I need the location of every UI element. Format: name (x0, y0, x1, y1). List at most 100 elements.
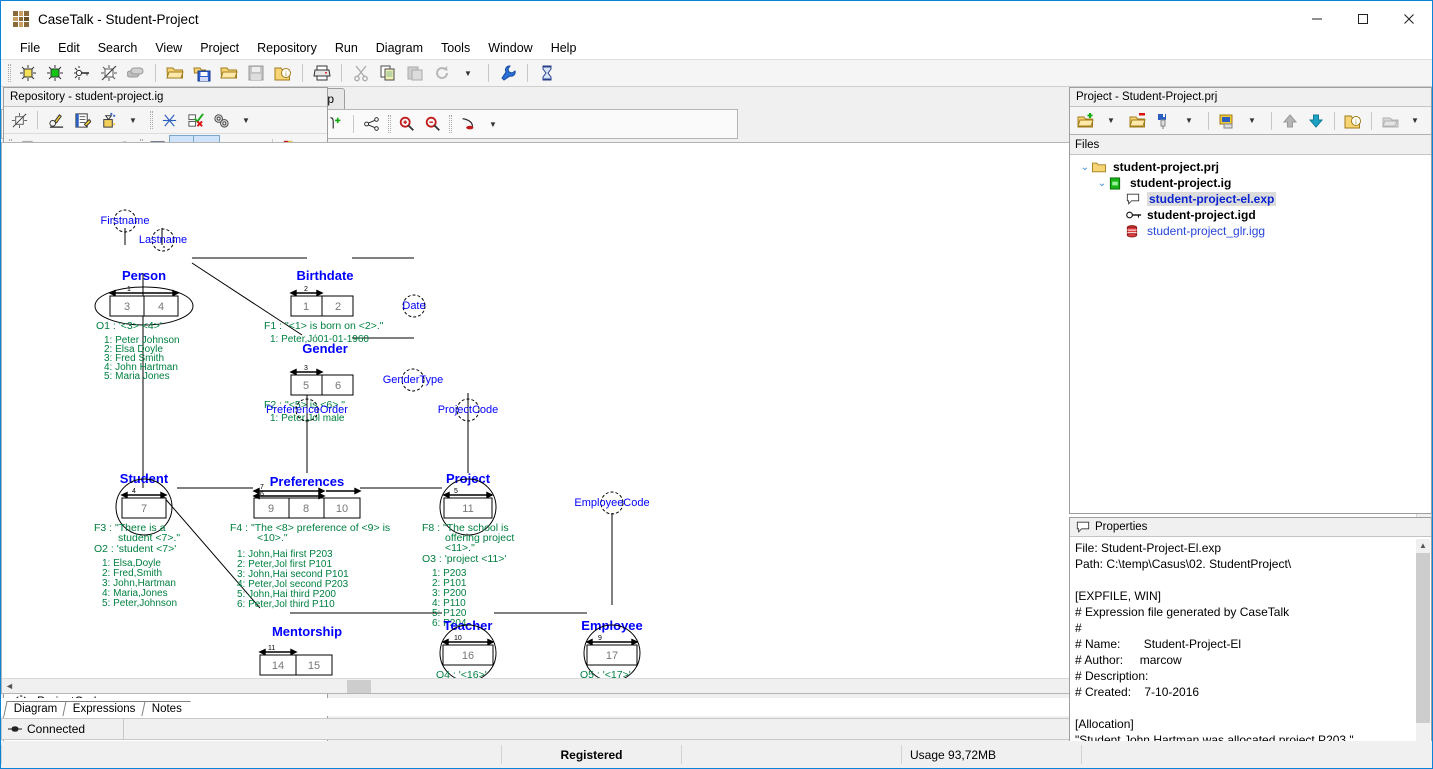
toolbar-grip[interactable] (449, 115, 452, 133)
diagram-tab-notes[interactable]: Notes (141, 701, 191, 716)
export-icon[interactable] (1377, 109, 1403, 133)
menu-item-window[interactable]: Window (479, 39, 541, 57)
tree-node[interactable]: student-project_glr.igg (1070, 223, 1431, 239)
checklist-icon[interactable] (182, 108, 208, 132)
node-label-gender: Gender (302, 341, 348, 356)
dropdown-caret-icon[interactable]: ▼ (234, 108, 260, 132)
close-button[interactable] (1386, 1, 1432, 37)
tree-expander[interactable]: ⌄ (1095, 178, 1109, 189)
menu-item-view[interactable]: View (146, 39, 191, 57)
cut-icon[interactable] (348, 61, 374, 85)
new-project-icon[interactable] (1073, 109, 1099, 133)
node-label-birthdate: Birthdate (296, 268, 353, 283)
toolbar-grip[interactable] (388, 115, 391, 133)
toolbar-grip[interactable] (8, 64, 11, 82)
dropdown-caret-icon[interactable]: ▼ (456, 61, 482, 85)
microscope-icon[interactable] (43, 108, 69, 132)
open-file-icon[interactable] (216, 61, 242, 85)
dropdown-caret-icon[interactable]: ▼ (121, 108, 147, 132)
node-label-preferences: Preferences (270, 474, 344, 489)
scroll-up-arrow[interactable]: ▲ (1416, 539, 1430, 553)
menu-item-repository[interactable]: Repository (248, 39, 326, 57)
properties-text[interactable]: File: Student-Project-El.exp Path: C:\tem… (1070, 537, 1431, 768)
scroll-thumb[interactable] (1416, 553, 1430, 723)
properties-vertical-scrollbar[interactable]: ▲ ▼ (1416, 539, 1430, 768)
tree-node[interactable]: student-project-el.exp (1070, 191, 1431, 207)
dropdown-caret-icon[interactable]: ▼ (1177, 109, 1203, 133)
diagram-panel: STUDENT-PROJECT.igdStudent-Project-El.ex… (1, 87, 1432, 768)
hourglass-icon[interactable] (534, 61, 560, 85)
dropdown-caret-icon[interactable]: ▼ (1240, 109, 1266, 133)
open-folder-icon[interactable] (162, 61, 188, 85)
tree-node[interactable]: ⌄ student-project.ig (1070, 175, 1431, 191)
application-window: CaseTalk - Student-Project File Edit Sea… (0, 0, 1433, 769)
menu-item-project[interactable]: Project (191, 39, 248, 57)
file-info-icon[interactable]: i (1340, 109, 1366, 133)
open-project-icon[interactable] (1125, 109, 1151, 133)
run-model-icon[interactable] (1214, 109, 1240, 133)
plugin-icon[interactable] (1151, 109, 1177, 133)
main-content-area: Repository - student-project.ig ▼ ▼ ▼ Fi… (1, 87, 1432, 768)
menu-item-diagram[interactable]: Diagram (367, 39, 432, 57)
role-box-15: 15 (308, 660, 320, 672)
menu-item-tools[interactable]: Tools (432, 39, 479, 57)
wrench-icon[interactable] (495, 61, 521, 85)
tree-node[interactable]: student-project.igd (1070, 207, 1431, 223)
lamp-yellow-icon[interactable] (15, 61, 41, 85)
role-box-17: 17 (606, 650, 618, 662)
maximize-button[interactable] (1340, 1, 1386, 37)
lamp-key-icon[interactable] (69, 61, 95, 85)
connection-status: Connected (2, 719, 124, 739)
curve-line-icon[interactable] (455, 112, 481, 136)
new-item-icon[interactable] (95, 108, 121, 132)
dropdown-caret-icon[interactable]: ▼ (481, 112, 507, 136)
save-project-icon[interactable] (189, 61, 215, 85)
menu-item-edit[interactable]: Edit (49, 39, 89, 57)
move-down-icon[interactable] (1303, 109, 1329, 133)
verbalization-employee: O5 : '<17>' (580, 669, 631, 678)
role-box-11: 11 (462, 503, 473, 515)
lamp-green-icon[interactable] (42, 61, 68, 85)
scroll-left-arrow[interactable]: ◄ (2, 681, 17, 691)
casetalk-logo-icon (13, 11, 29, 27)
uc-number-birthdate: 2 (304, 286, 308, 293)
minimize-button[interactable] (1294, 1, 1340, 37)
zoom-out-icon[interactable] (420, 112, 446, 136)
lamp-off-icon[interactable] (6, 108, 32, 132)
verbalization-birthdate: F1 : "<1> is born on <2>." (264, 320, 384, 332)
verbalization-preferences-2: <10>." (257, 532, 288, 544)
copy-shape-icon[interactable] (123, 61, 149, 85)
uc-number-gender: 3 (304, 365, 308, 372)
status-resize-grip[interactable] (1081, 745, 1432, 764)
paste-icon[interactable] (402, 61, 428, 85)
role-box-7: 7 (141, 503, 147, 515)
menu-item-run[interactable]: Run (326, 39, 367, 57)
refresh-icon[interactable] (429, 61, 455, 85)
tree-expander[interactable]: ⌄ (1078, 162, 1092, 173)
save-file-icon[interactable] (243, 61, 269, 85)
notebook-edit-icon[interactable] (69, 108, 95, 132)
file-info-icon[interactable]: i (270, 61, 296, 85)
menu-item-search[interactable]: Search (89, 39, 147, 57)
tree-node-label: student-project_glr.igg (1147, 224, 1266, 238)
expand-tree-icon[interactable] (156, 108, 182, 132)
diagram-node-person: Firstname Lastname Person 3 4 1 O1 : '<3… (94, 209, 194, 382)
gears-icon[interactable] (208, 108, 234, 132)
diagram-tab-diagram[interactable]: Diagram (3, 701, 67, 716)
menu-item-help[interactable]: Help (542, 39, 586, 57)
dropdown-caret-icon[interactable]: ▼ (1099, 109, 1125, 133)
status-spacer-cell (681, 745, 901, 764)
toolbar-grip[interactable] (150, 111, 153, 129)
move-up-icon[interactable] (1277, 109, 1303, 133)
menu-item-file[interactable]: File (11, 39, 49, 57)
tree-node[interactable]: ⌄ student-project.prj (1070, 159, 1431, 175)
lamp-off-icon[interactable] (96, 61, 122, 85)
diagram-tab-expressions[interactable]: Expressions (62, 701, 145, 716)
print-icon[interactable] (309, 61, 335, 85)
scroll-thumb[interactable] (347, 679, 371, 693)
graph-layout-icon[interactable] (359, 112, 385, 136)
copy-icon[interactable] (375, 61, 401, 85)
dropdown-caret-icon[interactable]: ▼ (1403, 109, 1429, 133)
zoom-in-icon[interactable] (394, 112, 420, 136)
toolbar-separator (488, 64, 489, 82)
